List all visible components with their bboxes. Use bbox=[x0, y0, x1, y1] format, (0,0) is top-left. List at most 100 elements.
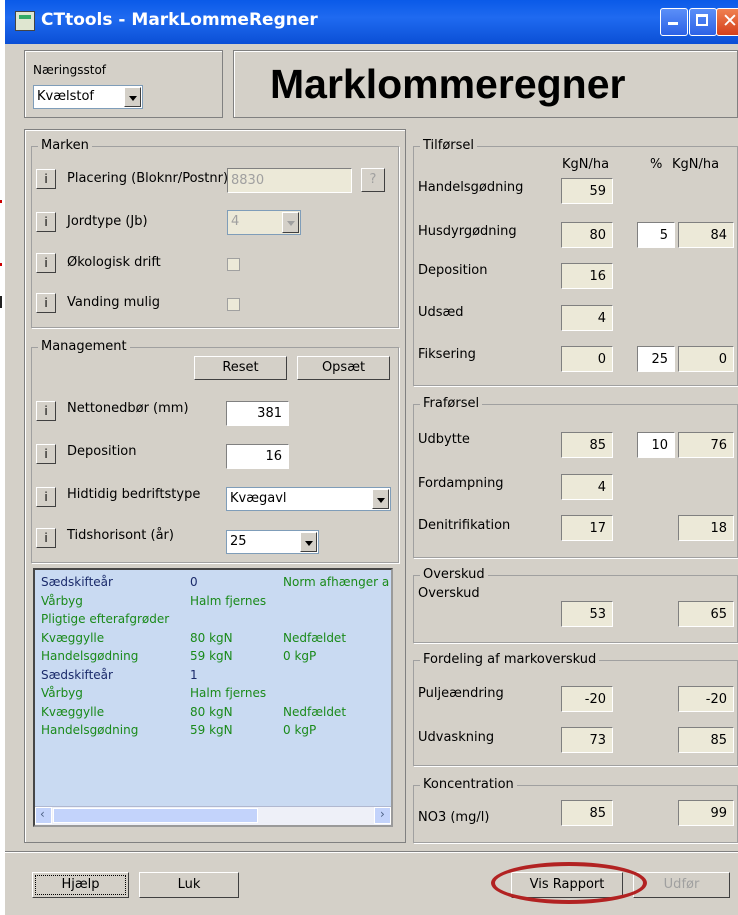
fraforsel-percent-input[interactable]: 10 bbox=[637, 432, 675, 458]
farmtype-label: Hidtidig bedriftstype bbox=[67, 487, 201, 502]
deposition-label: Deposition bbox=[67, 444, 137, 459]
tilforsel-row-label: Deposition bbox=[418, 263, 488, 278]
fraforsel-kgn-field: 85 bbox=[561, 432, 613, 458]
fordeling-title: Fordeling af markoverskud bbox=[420, 652, 600, 667]
no3-label: NO3 (mg/l) bbox=[418, 810, 490, 825]
edge-mark bbox=[0, 296, 2, 308]
tilforsel-kgn-field: 80 bbox=[561, 222, 613, 248]
setup-button[interactable]: Opsæt bbox=[297, 356, 390, 380]
nutrient-select[interactable]: Kvælstof bbox=[33, 85, 143, 109]
help-button[interactable]: Hjælp bbox=[32, 872, 129, 898]
title-bar[interactable]: CTtools - MarkLommeRegner ✕ bbox=[5, 0, 738, 44]
fordeling-group: Fordeling af markoverskud Puljeændring -… bbox=[413, 652, 738, 766]
placement-help-button[interactable]: ? bbox=[361, 168, 385, 192]
scroll-left-button[interactable]: ‹ bbox=[35, 807, 52, 824]
rotation-list-cell: Sædskifteår bbox=[41, 667, 113, 682]
rotation-list-cell: Pligtige efterafgrøder bbox=[41, 612, 170, 626]
overskud-label: Overskud bbox=[418, 586, 480, 601]
info-button-irrigation[interactable]: i bbox=[36, 293, 56, 313]
rotation-list-cell: 59 kgN bbox=[190, 723, 233, 737]
info-button-organic[interactable]: i bbox=[36, 253, 56, 273]
udvaskning-kgn: 73 bbox=[561, 727, 613, 753]
info-button-precip[interactable]: i bbox=[36, 401, 56, 421]
fraforsel-row-label: Udbytte bbox=[418, 432, 470, 447]
deposition-input[interactable]: 16 bbox=[226, 444, 289, 469]
rotation-list-cell: 0 bbox=[190, 575, 198, 589]
pulje-kgn-2: -20 bbox=[678, 686, 734, 712]
chevron-down-icon[interactable] bbox=[282, 212, 299, 233]
horizontal-scrollbar[interactable]: ‹ › bbox=[35, 806, 391, 825]
rotation-list-cell: Norm afhænger a bbox=[283, 575, 390, 589]
tilforsel-title: Tilførsel bbox=[420, 138, 478, 153]
overskud-kgn: 53 bbox=[561, 601, 613, 627]
tilforsel-kgn-field: 59 bbox=[561, 178, 613, 204]
tilforsel-percent-input[interactable]: 5 bbox=[637, 222, 675, 248]
irrigation-checkbox[interactable] bbox=[227, 298, 240, 311]
precip-input[interactable]: 381 bbox=[226, 401, 289, 426]
close-window-button[interactable]: ✕ bbox=[716, 8, 738, 36]
nutrient-value: Kvælstof bbox=[37, 89, 94, 104]
chevron-down-icon[interactable] bbox=[300, 532, 317, 552]
chevron-down-icon[interactable] bbox=[124, 87, 141, 107]
udvaskning-kgn-2: 85 bbox=[678, 727, 734, 753]
calculator-icon bbox=[15, 11, 35, 31]
footer-divider bbox=[5, 851, 738, 853]
placement-input[interactable]: 8830 bbox=[227, 168, 352, 193]
tilforsel-row-label: Handelsgødning bbox=[418, 180, 524, 195]
highlight-ellipse bbox=[491, 862, 647, 904]
soil-label: Jordtype (Jb) bbox=[67, 214, 148, 229]
rotation-list-cell: 1 bbox=[190, 667, 198, 682]
tilforsel-row-label: Udsæd bbox=[418, 305, 464, 320]
window-title: CTtools - MarkLommeRegner bbox=[41, 10, 318, 30]
precip-label: Nettonedbør (mm) bbox=[67, 401, 189, 416]
horizon-value: 25 bbox=[230, 534, 247, 549]
rotation-list-cell: 80 kgN bbox=[190, 630, 233, 645]
rotation-list-cell: 0 kgP bbox=[283, 649, 317, 663]
horizon-select[interactable]: 25 bbox=[226, 530, 319, 554]
marken-title: Marken bbox=[38, 138, 92, 153]
tilforsel-percent-input[interactable]: 25 bbox=[637, 346, 675, 372]
rotation-list-cell: Vårbyg bbox=[41, 593, 83, 608]
execute-button[interactable]: Udfør bbox=[633, 872, 730, 898]
rotation-list-cell: Halm fjernes bbox=[190, 686, 267, 700]
tilforsel-kgn-field: 4 bbox=[561, 305, 613, 331]
scroll-right-button[interactable]: › bbox=[374, 807, 391, 824]
rotation-list-cell: 59 kgN bbox=[190, 649, 233, 663]
rotation-list-cell: 80 kgN bbox=[190, 704, 233, 719]
chevron-down-icon[interactable] bbox=[372, 489, 389, 509]
fraforsel-row-label: Denitrifikation bbox=[418, 518, 511, 533]
farmtype-select[interactable]: Kvægavl bbox=[226, 487, 391, 511]
info-button-soil[interactable]: i bbox=[36, 212, 56, 232]
col-kgn-ha-1: KgN/ha bbox=[562, 157, 610, 172]
close-button[interactable]: Luk bbox=[139, 872, 239, 898]
overskud-title: Overskud bbox=[420, 567, 488, 582]
organic-checkbox[interactable] bbox=[227, 258, 240, 271]
tilforsel-kgn-field-2: 84 bbox=[678, 222, 734, 248]
info-button-farmtype[interactable]: i bbox=[36, 487, 56, 507]
title-panel: Marklommeregner bbox=[233, 50, 738, 118]
fraforsel-kgn-field-2: 18 bbox=[678, 515, 734, 541]
chevron-right-icon: › bbox=[380, 807, 385, 821]
soil-value: 4 bbox=[231, 214, 240, 229]
marken-group: Marken i Placering (Bloknr/Postnr) 8830 … bbox=[31, 138, 399, 328]
col-percent: % bbox=[650, 157, 663, 172]
overskud-kgn-2: 65 bbox=[678, 601, 734, 627]
tilforsel-kgn-field-2: 0 bbox=[678, 346, 734, 372]
maximize-button[interactable] bbox=[689, 8, 717, 36]
chevron-left-icon: ‹ bbox=[40, 807, 45, 821]
reset-button[interactable]: Reset bbox=[194, 356, 287, 380]
rotation-list[interactable]: Sædskifteår 0 Norm afhænger a Vårbyg Halm fj… bbox=[33, 568, 393, 827]
organic-label: Økologisk drift bbox=[67, 255, 161, 270]
minimize-button[interactable] bbox=[660, 8, 688, 36]
info-button-deposition[interactable]: i bbox=[36, 444, 56, 464]
soil-select[interactable]: 4 bbox=[227, 210, 301, 235]
rotation-list-cell: Handelsgødning bbox=[41, 649, 139, 663]
close-icon: ✕ bbox=[722, 10, 738, 32]
rotation-list-cell: Nedfældet bbox=[283, 704, 347, 719]
scroll-thumb[interactable] bbox=[53, 808, 258, 823]
pulje-label: Puljeændring bbox=[418, 686, 504, 701]
col-kgn-ha-2: KgN/ha bbox=[672, 157, 720, 172]
info-button-horizon[interactable]: i bbox=[36, 528, 56, 548]
farmtype-value: Kvægavl bbox=[230, 491, 287, 506]
info-button-placement[interactable]: i bbox=[36, 169, 56, 189]
